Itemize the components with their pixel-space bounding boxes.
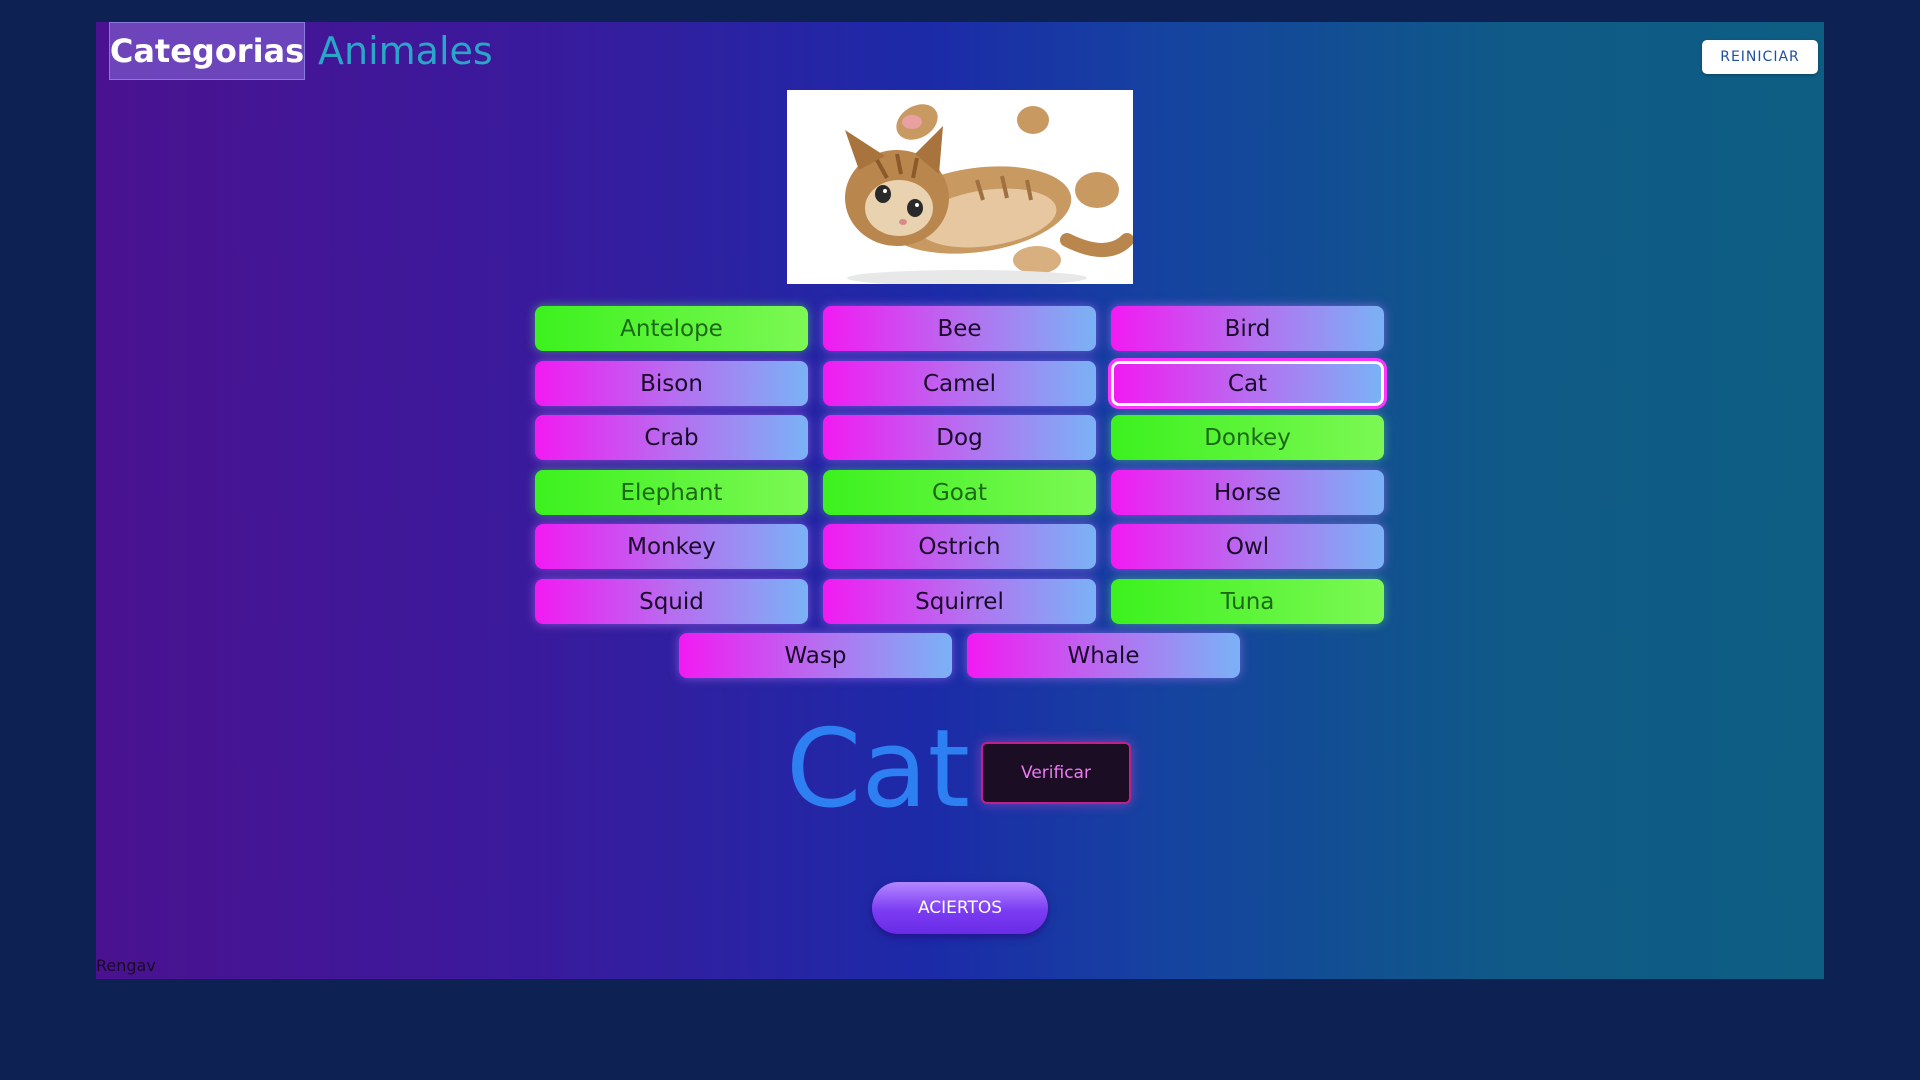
kitten-image [787,90,1133,284]
option-donkey[interactable]: Donkey [1111,415,1384,460]
current-category-title[interactable]: Animales [318,28,493,74]
option-bison[interactable]: Bison [535,361,808,406]
tab-categorias[interactable]: Categorias [109,22,305,80]
option-crab[interactable]: Crab [535,415,808,460]
option-horse[interactable]: Horse [1111,470,1384,515]
verify-button[interactable]: Verificar [981,742,1131,804]
option-bee[interactable]: Bee [823,306,1096,351]
option-dog[interactable]: Dog [823,415,1096,460]
option-ostrich[interactable]: Ostrich [823,524,1096,569]
option-tuna[interactable]: Tuna [1111,579,1384,624]
option-antelope[interactable]: Antelope [535,306,808,351]
animal-picture [787,90,1133,284]
option-monkey[interactable]: Monkey [535,524,808,569]
option-bird[interactable]: Bird [1111,306,1384,351]
game-app: Categorias Animales REINICIAR Antelope B… [96,22,1824,979]
option-cat[interactable]: Cat [1108,358,1387,409]
footer-credit: Rengav [96,956,156,975]
option-camel[interactable]: Camel [823,361,1096,406]
reset-button[interactable]: REINICIAR [1702,40,1818,74]
option-squid[interactable]: Squid [535,579,808,624]
option-owl[interactable]: Owl [1111,524,1384,569]
aciertos-button[interactable]: ACIERTOS [872,882,1048,934]
option-goat[interactable]: Goat [823,470,1096,515]
option-wasp[interactable]: Wasp [679,633,952,678]
option-elephant[interactable]: Elephant [535,470,808,515]
option-squirrel[interactable]: Squirrel [823,579,1096,624]
current-word-display: Cat [786,707,970,832]
option-whale[interactable]: Whale [967,633,1240,678]
